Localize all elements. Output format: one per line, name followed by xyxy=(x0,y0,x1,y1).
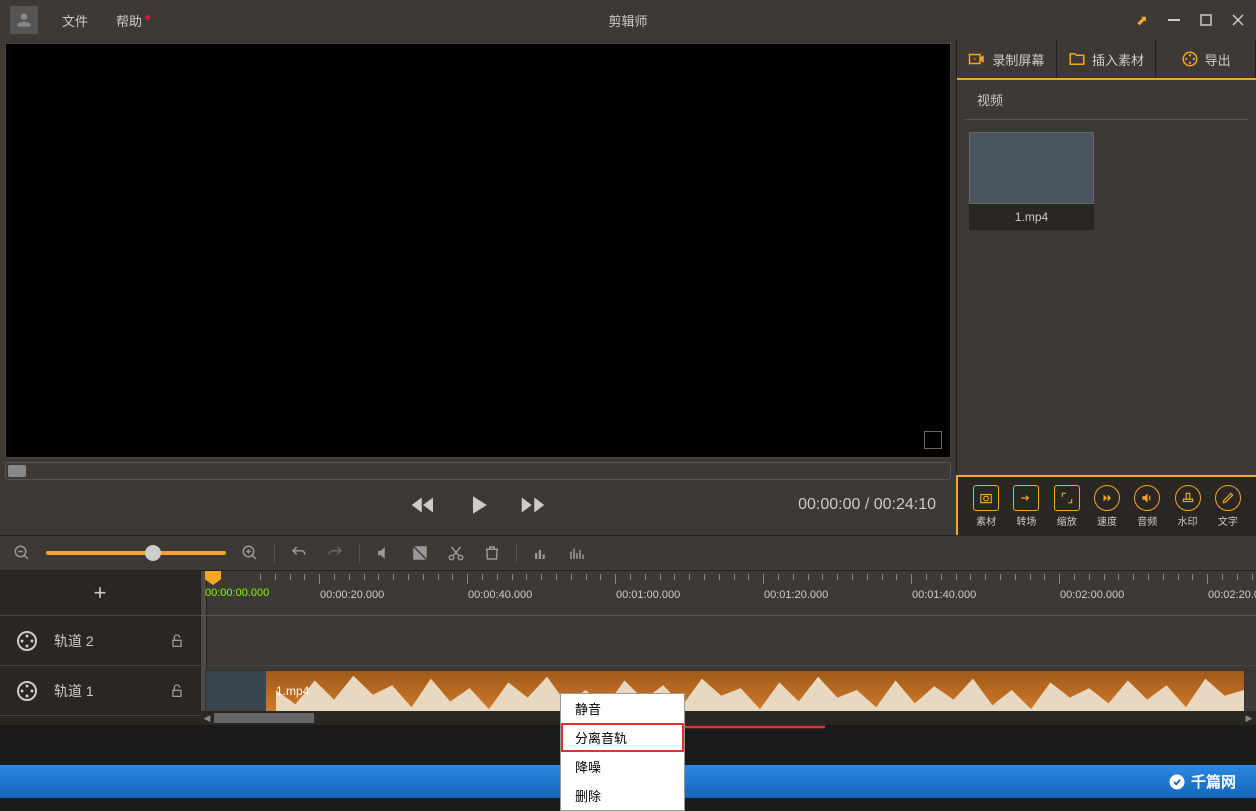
ctx-mute[interactable]: 静音 xyxy=(561,694,684,723)
stamp-icon xyxy=(1181,491,1195,505)
popout-button[interactable]: ⬈ xyxy=(1134,12,1150,28)
user-avatar[interactable] xyxy=(10,6,38,34)
timeline-ruler[interactable]: 00:00:00.000 00:00:20.000 00:00:40.000 00:… xyxy=(200,571,1256,616)
close-button[interactable] xyxy=(1230,12,1246,28)
zoom-slider[interactable] xyxy=(46,551,226,555)
rewind-button[interactable] xyxy=(408,490,438,520)
watermark: 千篇网 xyxy=(1168,771,1236,792)
tool-strip: 素材 转场 缩放 速度 音频 水印 文字 xyxy=(956,475,1256,535)
track-row-2[interactable] xyxy=(200,616,1256,666)
expand-icon[interactable] xyxy=(924,431,942,449)
ruler-mark: 00:02:00.000 xyxy=(1060,589,1124,601)
speaker-icon xyxy=(1140,491,1154,505)
ctx-separate-audio[interactable]: 分离音轨 xyxy=(561,723,684,752)
reel-icon xyxy=(1181,50,1199,68)
ruler-mark: 00:00:20.000 xyxy=(320,589,384,601)
preview-screen[interactable] xyxy=(5,43,951,458)
tab-record-screen[interactable]: 录制屏幕 xyxy=(957,40,1057,78)
tool-speed[interactable]: 速度 xyxy=(1094,485,1120,528)
maximize-button[interactable] xyxy=(1198,12,1214,28)
pencil-icon xyxy=(1221,491,1235,505)
mute-button[interactable] xyxy=(372,541,396,565)
menu-help[interactable]: 帮助 xyxy=(102,11,156,30)
track-header-1[interactable]: 轨道 1 xyxy=(0,666,200,716)
arrow-right-icon xyxy=(1019,491,1033,505)
track-row-1[interactable]: 1.mp4 xyxy=(200,666,1256,716)
right-panel: 录制屏幕 插入素材 导出 视频 1.mp4 xyxy=(956,40,1256,535)
lock-icon[interactable] xyxy=(169,633,185,649)
equalizer1-button[interactable] xyxy=(529,541,553,565)
tab-insert-media[interactable]: 插入素材 xyxy=(1057,40,1157,78)
reel-icon xyxy=(15,629,39,653)
clip-thumbnail xyxy=(206,671,266,711)
context-menu: 静音 分离音轨 降噪 删除 xyxy=(560,693,685,811)
titlebar: 文件 帮助 剪辑师 ⬈ xyxy=(0,0,1256,40)
preview-pane: 00:00:00 / 00:24:10 xyxy=(0,40,956,535)
tool-media[interactable]: 素材 xyxy=(973,485,999,528)
camera-icon xyxy=(968,50,986,68)
scroll-thumb[interactable] xyxy=(214,713,314,723)
scrub-bar[interactable] xyxy=(5,462,951,480)
scrub-handle[interactable] xyxy=(8,465,26,477)
app-title: 剪辑师 xyxy=(608,11,647,30)
ctx-denoise[interactable]: 降噪 xyxy=(561,752,684,781)
timeline-toolbar xyxy=(0,535,1256,570)
tool-text[interactable]: 文字 xyxy=(1215,485,1241,528)
menu-file[interactable]: 文件 xyxy=(48,11,102,30)
ruler-mark: 00:01:00.000 xyxy=(616,589,680,601)
playhead[interactable]: 00:00:00.000 xyxy=(205,571,269,599)
user-icon xyxy=(14,10,34,30)
ruler-mark: 00:02:20.000 xyxy=(1208,589,1256,601)
cut-button[interactable] xyxy=(444,541,468,565)
ruler-mark: 00:01:20.000 xyxy=(764,589,828,601)
lock-icon[interactable] xyxy=(169,683,185,699)
media-name: 1.mp4 xyxy=(969,204,1094,230)
track-header-2[interactable]: 轨道 2 xyxy=(0,616,200,666)
zoom-thumb[interactable] xyxy=(145,545,161,561)
tool-zoom[interactable]: 缩放 xyxy=(1054,485,1080,528)
media-item[interactable]: 1.mp4 xyxy=(969,132,1094,230)
annotation-arrow xyxy=(660,717,830,737)
fast-forward-icon xyxy=(1100,491,1114,505)
zoom-in-button[interactable] xyxy=(238,541,262,565)
add-track-button[interactable]: + xyxy=(0,571,200,616)
waveform xyxy=(276,671,1244,711)
notification-dot xyxy=(145,15,150,20)
ctx-delete[interactable]: 删除 xyxy=(561,781,684,810)
zoom-out-button[interactable] xyxy=(10,541,34,565)
scroll-left-arrow[interactable]: ◀ xyxy=(200,711,214,725)
scroll-right-arrow[interactable]: ▶ xyxy=(1242,711,1256,725)
undo-button[interactable] xyxy=(287,541,311,565)
tool-watermark[interactable]: 水印 xyxy=(1175,485,1201,528)
play-button[interactable] xyxy=(463,490,493,520)
delete-button[interactable] xyxy=(480,541,504,565)
plus-icon: + xyxy=(94,580,107,606)
equalizer2-button[interactable] xyxy=(565,541,589,565)
folder-icon xyxy=(1068,50,1086,68)
adjust-button[interactable] xyxy=(408,541,432,565)
tab-export[interactable]: 导出 xyxy=(1156,40,1256,78)
camera-icon xyxy=(979,491,993,505)
expand-icon xyxy=(1060,491,1074,505)
media-thumbnail xyxy=(969,132,1094,204)
forward-button[interactable] xyxy=(518,490,548,520)
ruler-mark: 00:01:40.000 xyxy=(912,589,976,601)
tool-audio[interactable]: 音频 xyxy=(1134,485,1160,528)
tool-transition[interactable]: 转场 xyxy=(1013,485,1039,528)
reel-icon xyxy=(15,679,39,703)
section-video-label: 视频 xyxy=(965,80,1248,120)
timeline-clip[interactable]: 1.mp4 xyxy=(205,670,1245,712)
redo-button[interactable] xyxy=(323,541,347,565)
ruler-mark: 00:00:40.000 xyxy=(468,589,532,601)
time-display: 00:00:00 / 00:24:10 xyxy=(798,496,936,514)
minimize-button[interactable] xyxy=(1166,12,1182,28)
